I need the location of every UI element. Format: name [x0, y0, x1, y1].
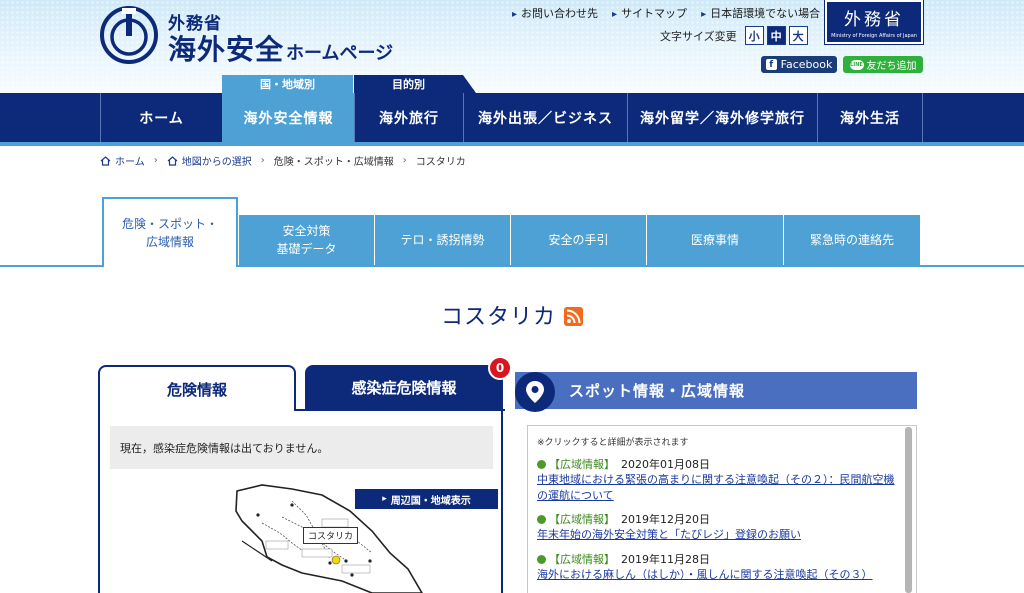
list-item-date: 2019年12月20日	[621, 513, 710, 526]
home-icon	[167, 155, 178, 166]
subtab-emergency-contacts[interactable]: 緊急時の連絡先	[784, 215, 920, 265]
font-size-label: 文字サイズ変更	[660, 29, 737, 43]
location-pin-icon	[515, 372, 555, 412]
page-title-text: コスタリカ	[440, 305, 556, 330]
logo-site-name-suffix: ホームページ	[286, 43, 394, 64]
logo-site-name[interactable]: 海外安全 ホームページ	[168, 28, 393, 68]
font-size-switcher: 文字サイズ変更 小 中 大	[660, 26, 808, 45]
spot-list-scrollbar[interactable]	[905, 427, 912, 593]
subtab-terrorism[interactable]: テロ・誘拐情勢	[375, 215, 510, 265]
category-tab-purpose[interactable]: 目的別	[354, 75, 476, 93]
site-header: 外務省 海外安全ホームページ お問い合わせ先 サイトマップ 日本語環境でない場合…	[0, 0, 1024, 94]
list-item-category: 【広域情報】	[549, 513, 615, 526]
nav-safety-info[interactable]: 海外安全情報	[222, 93, 354, 142]
country-subtabs: 危険・スポット・ 広域情報 安全対策 基礎データ テロ・誘拐情勢 安全の手引 医…	[102, 197, 922, 267]
map-country-label: コスタリカ	[303, 527, 359, 544]
list-item-link[interactable]: 中東地域における緊張の高まりに関する注意喚起（その２）：民間航空機の運航について	[537, 472, 899, 503]
breadcrumb: ホーム › 地図からの選択 › 危険・スポット・広域情報 › コスタリカ	[100, 153, 466, 168]
list-item-category: 【広域情報】	[549, 458, 615, 471]
line-label: 友だち追加	[866, 61, 917, 72]
subtab-basic-data[interactable]: 安全対策 基礎データ	[239, 215, 374, 265]
nav-underline	[0, 142, 1024, 146]
subtab-safety-guide[interactable]: 安全の手引	[511, 215, 646, 265]
facebook-label: Facebook	[780, 58, 833, 71]
nav-travel[interactable]: 海外旅行	[354, 93, 463, 142]
sitemap-link[interactable]: サイトマップ	[612, 5, 687, 21]
site-logo-icon[interactable]	[100, 6, 158, 64]
list-item-date: 2019年11月28日	[621, 553, 710, 566]
nav-home[interactable]: ホーム	[100, 93, 222, 142]
list-item-link[interactable]: 海外における麻しん（はしか）・風しんに関する注意喚起（その３）	[537, 567, 899, 582]
breadcrumb-danger-info[interactable]: 危険・スポット・広域情報	[274, 153, 394, 168]
non-japanese-link[interactable]: 日本語環境でない場合	[701, 5, 820, 21]
tab-baseline	[296, 409, 505, 411]
font-size-medium-button[interactable]: 中	[766, 26, 786, 45]
bullet-icon	[537, 515, 546, 524]
facebook-icon: f	[765, 59, 777, 70]
font-size-large-button[interactable]: 大	[788, 26, 808, 45]
breadcrumb-separator: ›	[260, 155, 265, 166]
breadcrumb-map-select[interactable]: 地図からの選択	[182, 153, 252, 168]
page-title: コスタリカ	[0, 299, 1024, 331]
category-tab-country[interactable]: 国・地域別	[222, 75, 353, 93]
subtab-danger-spot[interactable]: 危険・スポット・ 広域情報	[102, 197, 238, 267]
main-nav: ホーム 海外安全情報 海外旅行 海外出張／ビジネス 海外留学／海外修学旅行 海外…	[0, 93, 1024, 142]
breadcrumb-home[interactable]: ホーム	[115, 153, 145, 168]
line-icon: LINE	[849, 59, 864, 70]
neighbor-countries-button[interactable]: 周辺国・地域表示	[355, 489, 498, 509]
tab-infection-danger[interactable]: 感染症危険情報	[305, 365, 503, 409]
home-icon	[100, 155, 111, 166]
line-add-friend-button[interactable]: LINE 友だち追加	[843, 56, 923, 73]
list-item-header: 【広域情報】 2019年12月20日	[537, 512, 899, 527]
mofa-logo-subtext: Ministry of Foreign Affairs of Japan	[831, 33, 917, 39]
nav-living-abroad[interactable]: 海外生活	[817, 93, 923, 142]
mofa-logo[interactable]: 外務省 Ministry of Foreign Affairs of Japan	[824, 0, 924, 45]
list-item-header: 【広域情報】 2020年01月08日	[537, 457, 899, 472]
breadcrumb-separator: ›	[153, 155, 158, 166]
rss-icon[interactable]	[564, 307, 583, 326]
list-item-category: 【広域情報】	[549, 553, 615, 566]
nav-study-abroad[interactable]: 海外留学／海外修学旅行	[627, 93, 817, 142]
utility-links: お問い合わせ先 サイトマップ 日本語環境でない場合	[512, 5, 820, 21]
font-size-small-button[interactable]: 小	[744, 26, 764, 45]
list-item: 【広域情報】 2019年12月20日 年末年始の海外安全対策と「たびレジ」登録のお…	[537, 512, 899, 543]
list-item: 【広域情報】 2019年11月28日 海外における麻しん（はしか）・風しんに関する…	[537, 552, 899, 583]
breadcrumb-current: コスタリカ	[415, 157, 466, 168]
infection-count-badge: 0	[488, 356, 512, 380]
list-item-date: 2020年01月08日	[621, 458, 710, 471]
click-note: ※クリックすると詳細が表示されます	[537, 438, 689, 448]
nav-business[interactable]: 海外出張／ビジネス	[463, 93, 627, 142]
list-item-header: 【広域情報】 2019年11月28日	[537, 552, 899, 567]
breadcrumb-separator: ›	[402, 155, 407, 166]
contact-link[interactable]: お問い合わせ先	[512, 5, 598, 21]
bullet-icon	[537, 460, 546, 469]
subtab-medical[interactable]: 医療事情	[647, 215, 783, 265]
tab-danger-info[interactable]: 危険情報	[98, 365, 296, 411]
spot-info-title: スポット情報・広域情報	[569, 382, 746, 400]
mofa-logo-text: 外務省	[844, 10, 904, 30]
infection-notice: 現在，感染症危険情報は出ておりません。	[110, 426, 493, 469]
bullet-icon	[537, 555, 546, 564]
logo-site-name-main: 海外安全	[168, 33, 285, 66]
facebook-button[interactable]: f Facebook	[761, 56, 837, 73]
list-item-link[interactable]: 年末年始の海外安全対策と「たびレジ」登録のお願い	[537, 527, 899, 542]
list-item: 【広域情報】 2020年01月08日 中東地域における緊張の高まりに関する注意喚起…	[537, 457, 899, 503]
